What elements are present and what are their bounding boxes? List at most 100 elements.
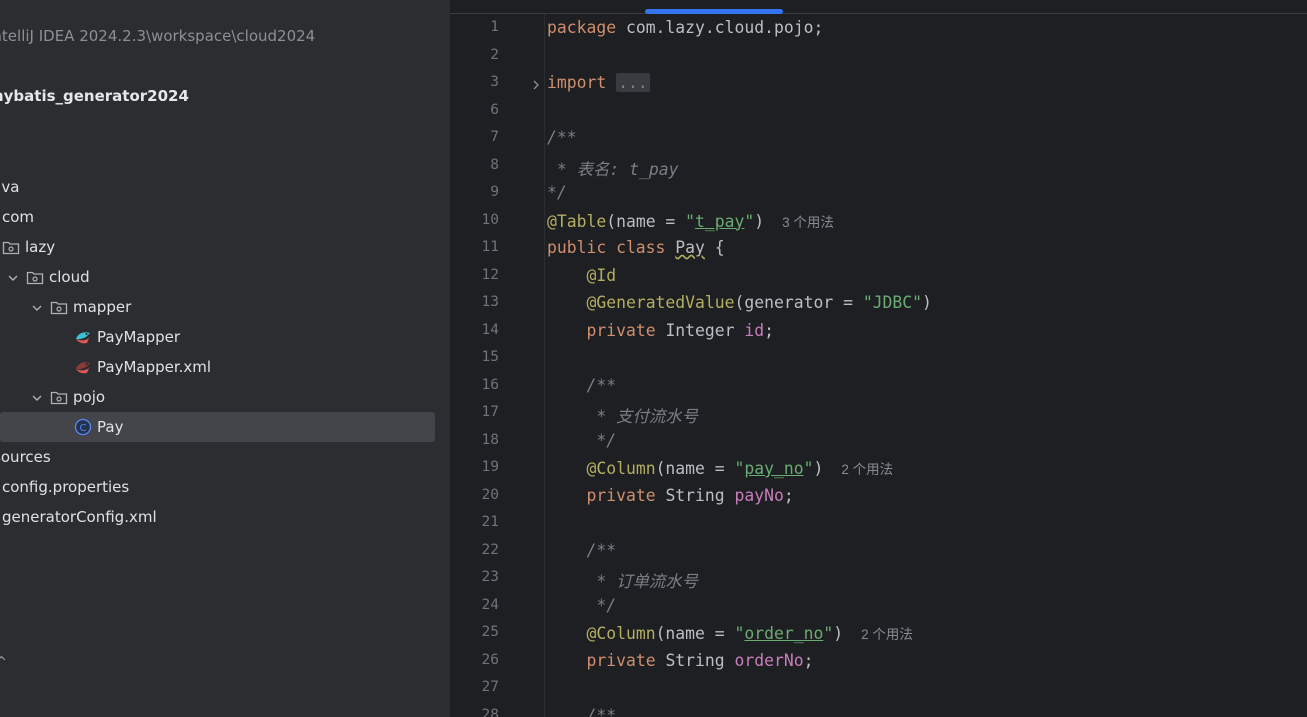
usages-hint[interactable]: 3 个用法 (782, 215, 834, 230)
tree-item-label: com (2, 208, 35, 226)
line-number: 9 (490, 184, 499, 200)
tree-item-pojo[interactable]: pojo (0, 382, 450, 412)
code-editor[interactable]: 1 package com.lazy.cloud.pojo; 2 3 import ..… (450, 0, 1307, 717)
tree-item-label: resources (0, 448, 51, 466)
package-folder-icon (50, 299, 68, 315)
annotation-token: @Table (547, 211, 607, 231)
keyword-token: package (547, 18, 626, 37)
tree-item-generatorconfig-xml[interactable]: generatorConfig.xml (0, 502, 450, 532)
line-number: 14 (481, 321, 499, 338)
tree-item-mapper[interactable]: mapper (0, 292, 450, 322)
code-text: * 表名: t_pay (547, 156, 679, 180)
code-text: private Integer id; (547, 321, 774, 340)
project-root-name[interactable]: mybatis_generator2024 (0, 87, 189, 105)
code-text: /** (547, 541, 616, 560)
code-text: @Table(name = "t_pay") 3 个用法 (547, 211, 834, 231)
code-line[interactable]: 8 * 表名: t_pay (450, 153, 1307, 180)
tree-item-paymapper[interactable]: PayMapper (0, 322, 450, 352)
tree-item-label: PayMapper.xml (97, 358, 212, 376)
annotation-token: @Column (586, 459, 656, 478)
code-line[interactable]: 24 */ (450, 593, 1307, 620)
code-text: */ (547, 596, 616, 615)
usages-hint[interactable]: 2 个用法 (841, 462, 893, 477)
tree-item-cloud[interactable]: cloud (0, 262, 450, 292)
field-token: orderNo (734, 650, 804, 670)
fold-expand-icon[interactable] (530, 76, 542, 90)
code-line[interactable]: 11 public class Pay { (450, 235, 1307, 262)
comment-token: /** (586, 705, 617, 717)
string-token: " (685, 211, 696, 231)
code-token: ) (833, 624, 844, 643)
code-line[interactable]: 15 (450, 345, 1307, 372)
chevron-down-icon[interactable] (30, 390, 44, 404)
code-line[interactable]: 3 import ... (450, 70, 1307, 97)
tree-item-pay[interactable]: C Pay (0, 412, 435, 442)
java-class-icon: C (74, 418, 92, 436)
code-token: ; (803, 650, 814, 670)
code-text: import ... (547, 73, 650, 92)
tree-item-paymapper-xml[interactable]: PayMapper.xml (0, 352, 450, 382)
code-text: public class Pay { (547, 238, 725, 257)
line-number: 7 (490, 129, 499, 145)
line-number: 8 (490, 156, 499, 173)
code-line[interactable]: 16 /** (450, 373, 1307, 400)
code-line[interactable]: 21 (450, 510, 1307, 537)
code-line[interactable]: 28 /** (450, 703, 1307, 717)
tree-item-java[interactable]: java (0, 172, 450, 202)
string-token: order_no (744, 624, 824, 643)
chevron-down-icon[interactable] (30, 300, 44, 314)
code-line[interactable]: 17 * 支付流水号 (450, 400, 1307, 427)
code-text: @Column(name = "pay_no") 2 个用法 (547, 458, 893, 478)
code-line[interactable]: 13 @GeneratedValue(generator = "JDBC") (450, 290, 1307, 317)
code-line[interactable]: 18 */ (450, 428, 1307, 455)
code-line[interactable]: 26 private String orderNo; (450, 648, 1307, 675)
tree-item-lazy[interactable]: lazy (0, 232, 450, 262)
code-line[interactable]: 9 */ (450, 180, 1307, 207)
code-line[interactable]: 22 /** (450, 538, 1307, 565)
code-line[interactable]: 6 (450, 98, 1307, 125)
string-token: " (734, 624, 745, 643)
tree-item-config-properties[interactable]: config.properties (0, 472, 450, 502)
code-line[interactable]: 12 @Id (450, 263, 1307, 290)
line-number: 23 (481, 569, 499, 585)
code-line[interactable]: 14 private Integer id; (450, 318, 1307, 345)
code-line[interactable]: 23 * 订单流水号 (450, 565, 1307, 592)
comment-token: */ (586, 595, 617, 615)
folded-imports[interactable]: ... (616, 73, 650, 92)
code-text: package com.lazy.cloud.pojo; (547, 18, 823, 37)
usages-hint[interactable]: 2 个用法 (861, 627, 913, 642)
code-line[interactable]: 10 @Table(name = "t_pay") 3 个用法 (450, 208, 1307, 235)
code-line[interactable]: 27 (450, 675, 1307, 702)
code-line[interactable]: 1 package com.lazy.cloud.pojo; (450, 15, 1307, 42)
line-number: 27 (481, 679, 499, 695)
line-number: 24 (481, 596, 499, 613)
tree-item-com[interactable]: com (0, 202, 450, 232)
code-line[interactable]: 20 private String payNo; (450, 483, 1307, 510)
chevron-down-icon[interactable] (6, 270, 20, 284)
code-token: (generator = (734, 293, 863, 312)
code-token: ) (813, 459, 824, 478)
comment-token: */ (586, 430, 617, 450)
horizontal-scroll-thumb[interactable] (645, 9, 783, 14)
line-number: 16 (481, 376, 499, 393)
code-token: ; (783, 485, 794, 505)
tree-item-label: mapper (73, 298, 132, 316)
package-folder-icon (26, 269, 44, 285)
tree-item-label: lazy (25, 238, 56, 256)
keyword-token: private (586, 320, 666, 340)
code-line[interactable]: 2 (450, 43, 1307, 70)
tree-item-resources[interactable]: resources (0, 442, 450, 472)
code-line[interactable]: 25 @Column(name = "order_no") 2 个用法 (450, 620, 1307, 647)
code-line[interactable]: 19 @Column(name = "pay_no") 2 个用法 (450, 455, 1307, 482)
code-line[interactable]: 7 /** (450, 125, 1307, 152)
line-number: 6 (490, 101, 499, 118)
code-token: (name = (655, 624, 735, 643)
code-token: Pay (675, 238, 705, 257)
code-text: @Column(name = "order_no") 2 个用法 (547, 623, 913, 643)
tree-item-label: PayMapper (97, 328, 181, 346)
